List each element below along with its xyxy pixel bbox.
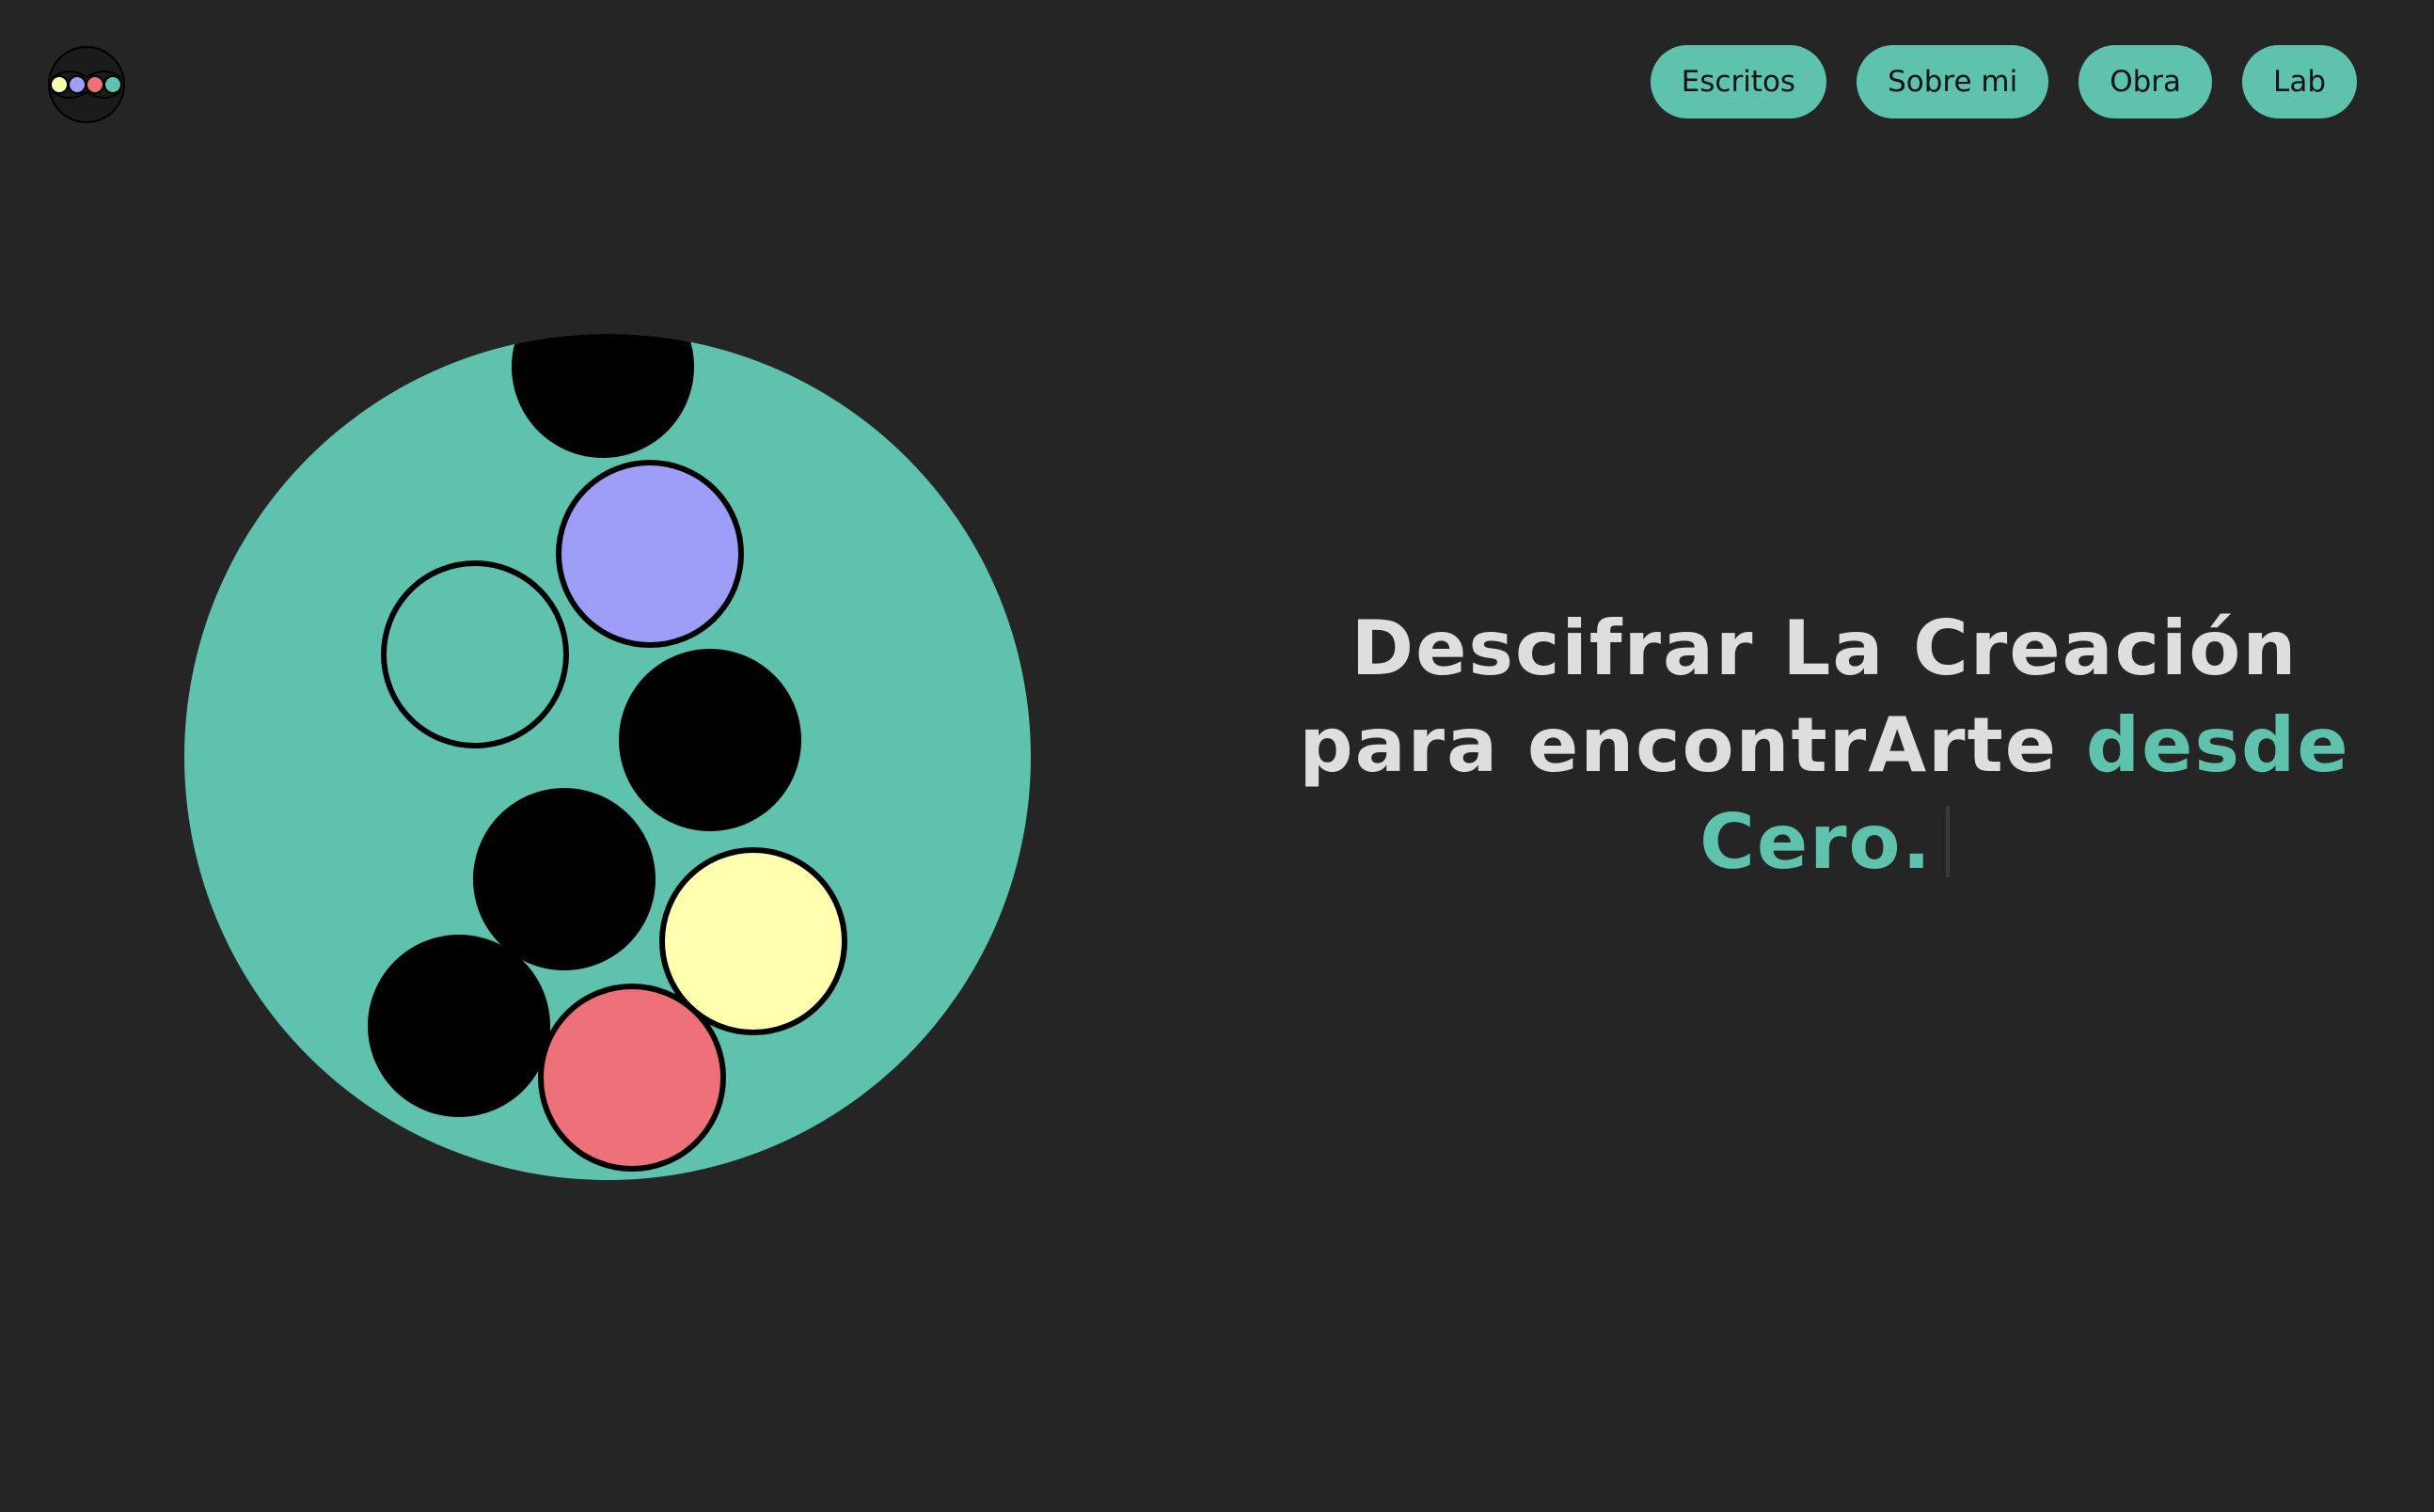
- hero-illustration: [184, 334, 1031, 1180]
- black-circle-middle-right: [619, 649, 801, 831]
- nav-obra-button[interactable]: Obra: [2078, 45, 2213, 118]
- logo-icon: [48, 46, 125, 123]
- headline-accent-desde: desde: [2085, 701, 2350, 789]
- logo[interactable]: [47, 45, 126, 124]
- main-nav: Escritos Sobre mi Obra Lab: [1650, 45, 2357, 118]
- circles-artwork: [184, 334, 1031, 1180]
- black-circle-middle-left: [473, 788, 656, 970]
- red-circle: [538, 984, 726, 1172]
- nav-sobre-mi-button[interactable]: Sobre mi: [1857, 45, 2049, 118]
- hero-headline: Descifrar La Creación para encontrArte d…: [1270, 600, 2379, 890]
- black-circle-bottom-left: [368, 935, 550, 1117]
- headline-line-1: Descifrar La Creación: [1351, 605, 2299, 692]
- headline-line-2: para encontrArte: [1299, 701, 2086, 789]
- headline-accent-cero: Cero.: [1699, 798, 1933, 886]
- text-cursor: [1945, 806, 1950, 877]
- nav-escritos-button[interactable]: Escritos: [1650, 45, 1827, 118]
- purple-circle: [556, 460, 744, 648]
- nav-lab-button[interactable]: Lab: [2242, 45, 2357, 118]
